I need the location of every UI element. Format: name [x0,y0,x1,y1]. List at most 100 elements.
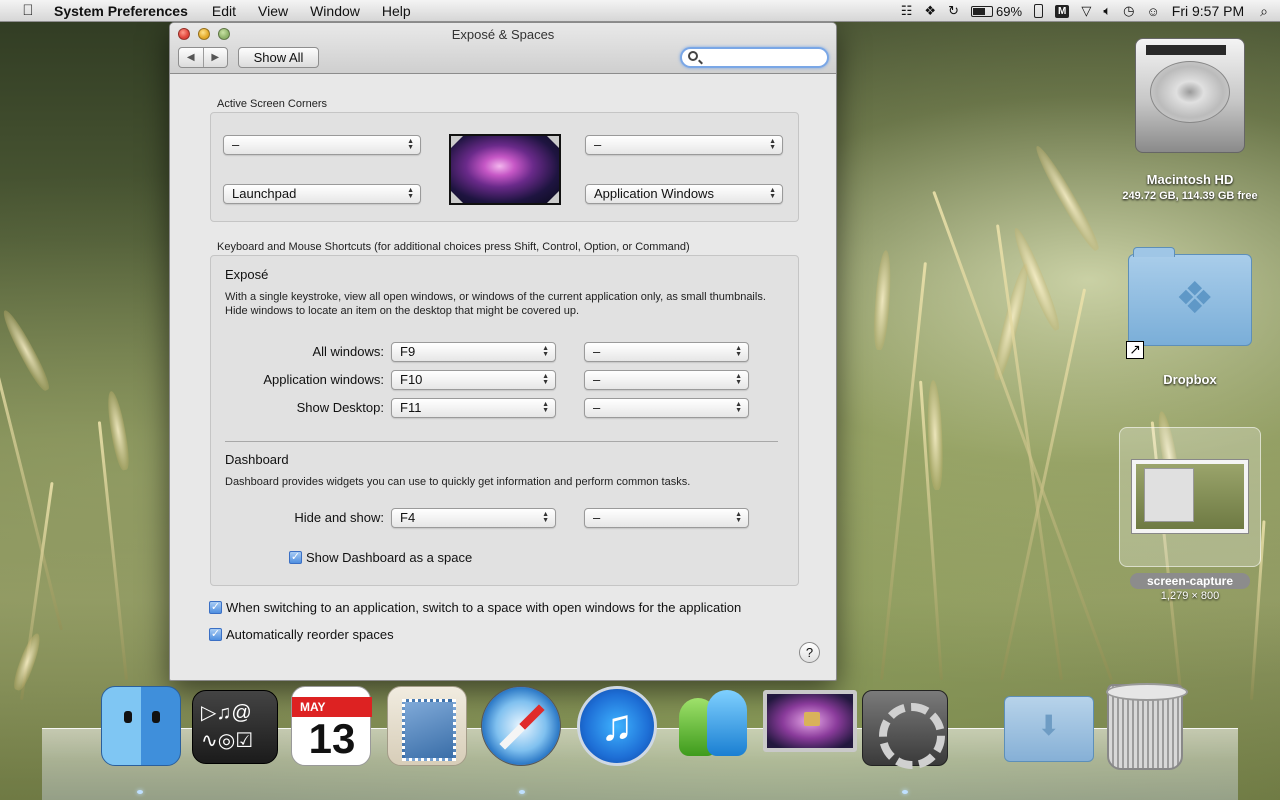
dock-trash-icon[interactable] [1106,683,1188,770]
show-desktop-key-popup[interactable]: F11 ▲ ▼ [391,398,556,418]
airport-icon[interactable]: ▽ [1081,3,1091,19]
battery-percent: 69% [995,3,1023,19]
menu-app-name[interactable]: System Preferences [54,3,188,19]
application-windows-mouse-popup[interactable]: – ▲ ▼ [584,370,749,390]
dock-screen-lock-icon[interactable] [763,690,857,752]
application-windows-mouse-value: – [593,372,601,387]
corner-bottom-right-value: Application Windows [594,186,714,201]
macintosh-hd-icon[interactable] [1135,38,1245,153]
corner-bottom-right-popup[interactable]: Application Windows ▲ ▼ [585,184,783,204]
dock-safari-icon[interactable] [481,686,561,766]
hide-show-key-value: F4 [400,510,416,525]
running-indicator [137,790,143,794]
section-divider [225,441,778,442]
corner-top-left-popup[interactable]: – ▲ ▼ [223,135,421,155]
dropbox-folder-name[interactable]: Dropbox [1130,372,1250,387]
battery-icon [970,5,993,17]
show-dashboard-space-label: Show Dashboard as a space [306,550,473,565]
updown-arrow-icon: ▲ ▼ [542,373,549,386]
corner-marker [451,191,463,203]
corner-bottom-left-popup[interactable]: Launchpad ▲ ▼ [223,184,421,204]
reorder-spaces-checkbox[interactable]: ✓ Automatically reorder spaces [209,627,394,642]
drive-label-strip [1146,45,1226,55]
running-indicator [519,790,525,794]
dock-messenger-icon[interactable] [673,686,753,766]
phone-shape [1034,4,1044,18]
hide-show-mouse-popup[interactable]: – ▲ ▼ [584,508,749,528]
updown-arrow-icon: ▲ ▼ [735,511,742,524]
dock-system-preferences-icon[interactable] [862,690,948,769]
switch-space-checkbox[interactable]: ✓ When switching to an application, swit… [209,600,741,615]
updown-arrow-icon: ▲ ▼ [769,187,776,200]
spotlight-icon[interactable]: ⌕ [1260,3,1268,20]
dropbox-folder-icon[interactable]: ❖ [1128,247,1252,346]
thumbnail-content [1136,464,1244,529]
all-windows-mouse-popup[interactable]: – ▲ ▼ [584,342,749,362]
hide-show-mouse-value: – [593,510,601,525]
dock-itunes-icon[interactable]: ♫ [577,686,657,766]
dropbox-icon[interactable]: ❖ [924,3,936,19]
battery-status[interactable]: 69% [970,3,1023,19]
reorder-spaces-label: Automatically reorder spaces [226,627,394,642]
dock-dashboard-icon[interactable]: ▷♫@ ∿◎☑ [192,690,278,764]
updown-arrow-icon: ▲ ▼ [769,138,776,151]
search-input[interactable] [702,50,822,65]
menu-window[interactable]: Window [310,3,360,19]
corner-marker [547,136,559,148]
application-windows-label: Application windows: [263,372,384,387]
dock-ical-icon[interactable]: MAY 13 [291,686,372,766]
macintosh-hd-name[interactable]: Macintosh HD [1110,172,1270,187]
all-windows-key-popup[interactable]: F9 ▲ ▼ [391,342,556,362]
menu-bar:  System Preferences Edit View Window He… [0,0,1280,22]
switch-space-label: When switching to an application, switch… [226,600,742,615]
phone-icon[interactable] [1034,4,1044,18]
updown-arrow-icon: ▲ ▼ [542,511,549,524]
clock[interactable]: Fri 9:57 PM [1172,3,1244,19]
expose-description: With a single keystroke, view all open w… [225,291,766,317]
corner-marker [547,191,559,203]
corner-top-right-popup[interactable]: – ▲ ▼ [585,135,783,155]
menu-view[interactable]: View [258,3,288,19]
hide-show-key-popup[interactable]: F4 ▲ ▼ [391,508,556,528]
dashboard-heading: Dashboard [225,452,289,467]
desktop-preview-image [449,134,561,205]
dock-mail-icon[interactable] [387,686,467,766]
dock-finder-icon[interactable] [101,686,181,766]
volume-icon[interactable]: 🔈︎ [1103,3,1111,19]
corners-section-label: Active Screen Corners [217,98,328,110]
back-arrow-icon[interactable]: ◀ [179,48,204,67]
screen-capture-name[interactable]: screen-capture [1130,573,1250,589]
alias-arrow-icon: ↗ [1126,341,1144,359]
time-machine-icon[interactable]: ◷ [1123,3,1134,19]
hide-show-label: Hide and show: [294,510,384,525]
corner-top-right-value: – [594,137,602,152]
m-icon[interactable]: M [1055,4,1070,18]
screen-capture-thumbnail[interactable] [1131,459,1249,534]
updown-arrow-icon: ▲ ▼ [735,345,742,358]
window-title: Exposé & Spaces [451,27,555,42]
menu-help[interactable]: Help [382,3,411,19]
forward-arrow-icon[interactable]: ▶ [204,48,228,67]
ical-month: MAY [292,697,372,717]
application-windows-key-popup[interactable]: F10 ▲ ▼ [391,370,556,390]
back-forward-control: ◀ ▶ [178,47,228,68]
wifi-signal-icon[interactable]: ☷ [901,3,913,19]
menu-edit[interactable]: Edit [212,3,236,19]
search-field[interactable] [680,47,829,68]
sync-icon[interactable]: ↻ [948,3,959,19]
application-windows-key-value: F10 [400,372,423,387]
macintosh-hd-info: 249.72 GB, 114.39 GB free [1122,190,1258,202]
show-desktop-label: Show Desktop: [296,400,384,415]
show-desktop-key-value: F11 [400,400,422,415]
dock-downloads-icon[interactable] [1004,696,1094,762]
apple-menu-icon[interactable]:  [18,2,38,19]
show-all-button[interactable]: Show All [238,47,319,68]
dropbox-logo-icon: ❖ [1175,274,1215,323]
help-button[interactable]: ? [799,642,820,663]
checkmark-icon: ✓ [289,551,302,564]
show-dashboard-space-checkbox[interactable]: ✓ Show Dashboard as a space [289,550,472,565]
user-icon[interactable]: ☺ [1147,4,1160,19]
expose-spaces-window: Exposé & Spaces ◀ ▶ Show All Active Scre… [169,22,837,681]
updown-arrow-icon: ▲ ▼ [735,373,742,386]
show-desktop-mouse-popup[interactable]: – ▲ ▼ [584,398,749,418]
